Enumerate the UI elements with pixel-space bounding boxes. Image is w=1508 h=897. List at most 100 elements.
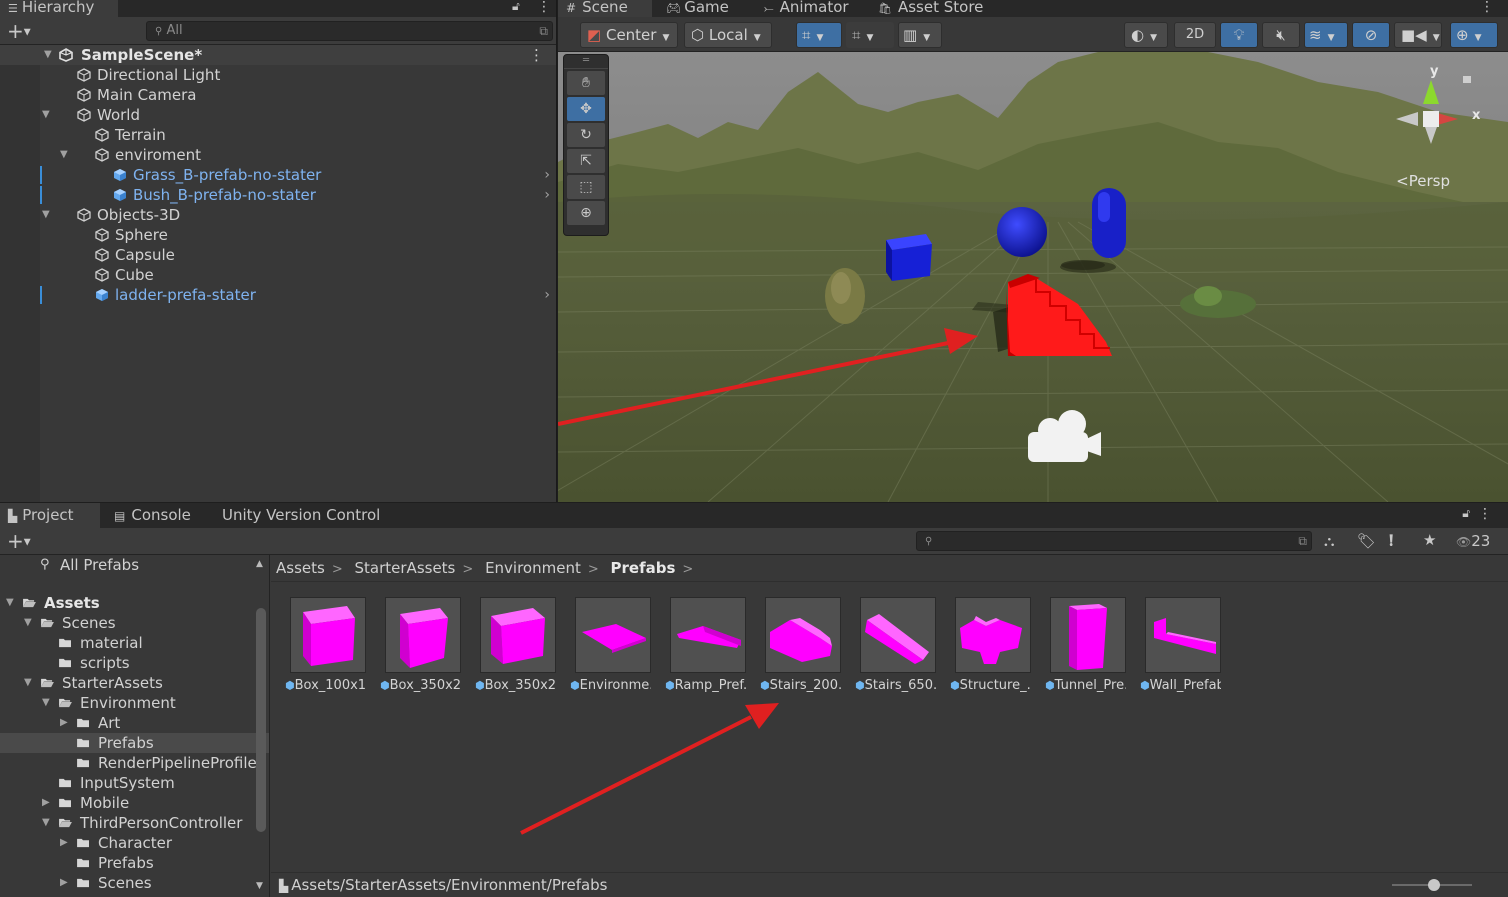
scale-tool-button[interactable]: ⇱ — [567, 149, 605, 173]
chevron-right-icon[interactable]: › — [544, 165, 550, 185]
prefab-asset-item[interactable]: ⬢Box_350x2... — [461, 597, 556, 693]
transform-tool-button[interactable]: ⊕ — [567, 201, 605, 225]
hierarchy-item[interactable]: Grass_B-prefab-no-stater › — [0, 165, 556, 185]
folder-item[interactable]: ▶ Scenes — [0, 873, 269, 893]
prefab-asset-item[interactable]: ⬢Structure_... — [936, 597, 1031, 693]
project-search-input[interactable]: ⚲ ⧉ — [916, 531, 1312, 551]
folder-item[interactable]: scripts — [0, 653, 269, 673]
grid-snap-button[interactable]: ⌗ ▼ — [796, 22, 842, 48]
audio-toggle-button[interactable]: 🔇︎ — [1262, 22, 1300, 48]
chevron-right-icon[interactable]: › — [544, 185, 550, 205]
hierarchy-item[interactable]: Main Camera — [0, 85, 556, 105]
scene-menu-icon[interactable]: ⋮ — [529, 45, 544, 65]
draw-mode-button[interactable]: ◐ ▼ — [1124, 22, 1168, 48]
collapse-arrow-icon[interactable]: ▼ — [42, 813, 50, 833]
folder-tree-scrollbar[interactable] — [256, 608, 266, 832]
space-dropdown[interactable]: ⬡ Local ▼ — [684, 22, 772, 48]
collapse-arrow-icon[interactable]: ▼ — [60, 145, 68, 165]
breadcrumb-prefabs[interactable]: Prefabs — [611, 559, 676, 577]
lock-icon[interactable]: 🔓︎ — [1462, 506, 1470, 521]
folder-item[interactable]: RenderPipelineProfiles — [0, 753, 269, 773]
palette-grip[interactable]: ═ — [564, 55, 608, 69]
collapse-arrow-icon[interactable]: ▼ — [24, 613, 32, 633]
prefab-asset-item[interactable]: ⬢Stairs_650... — [841, 597, 936, 693]
projection-label[interactable]: <Persp — [1396, 172, 1450, 190]
folder-item[interactable]: ▼ Assets — [0, 593, 269, 613]
tab-animator[interactable]: ⤚ Animator — [756, 0, 849, 17]
create-button[interactable]: +▼ — [7, 21, 31, 43]
lock-icon[interactable]: 🔓︎ — [512, 0, 520, 14]
scene-viewport[interactable]: y x <Persp ═ ✋︎ ✥ ↻ ⇱ ⬚ ⊕ — [558, 52, 1508, 502]
2d-toggle-button[interactable]: 2D — [1174, 22, 1216, 48]
zoom-slider-handle[interactable] — [1428, 879, 1440, 891]
tab-scene[interactable]: # Scene — [558, 0, 652, 17]
scene-root-row[interactable]: ▼ SampleScene* ⋮ — [0, 45, 556, 65]
tab-hierarchy[interactable]: ☰ Hierarchy — [0, 0, 118, 17]
expand-arrow-icon[interactable]: ▶ — [60, 833, 68, 853]
folder-item[interactable]: InputSystem — [0, 773, 269, 793]
folder-item[interactable]: material — [0, 633, 269, 653]
gizmos-button[interactable]: ⊕ ▼ — [1450, 22, 1498, 48]
folder-item[interactable]: ▼ Scenes — [0, 613, 269, 633]
hierarchy-item[interactable]: Capsule — [0, 245, 556, 265]
kebab-menu-icon[interactable]: ⋮ — [1478, 506, 1492, 522]
expand-arrow-icon[interactable]: ▶ — [60, 713, 68, 733]
tab-console[interactable]: ▤ Console — [106, 503, 191, 528]
folder-item[interactable]: Prefabs — [0, 853, 269, 873]
hierarchy-item[interactable]: Terrain — [0, 125, 556, 145]
hierarchy-item[interactable]: Cube — [0, 265, 556, 285]
search-by-type-icon[interactable]: ⛬ — [1324, 532, 1335, 550]
folder-item[interactable]: ▶ Art — [0, 713, 269, 733]
folder-item[interactable]: ▶ Mobile — [0, 793, 269, 813]
scene-kebab-icon[interactable]: ⋮ — [1480, 0, 1494, 15]
hierarchy-item[interactable]: Directional Light — [0, 65, 556, 85]
prefab-asset-item[interactable]: ⬢Stairs_200... — [746, 597, 841, 693]
hierarchy-item[interactable]: Bush_B-prefab-no-stater › — [0, 185, 556, 205]
rotate-tool-button[interactable]: ↻ — [567, 123, 605, 147]
kebab-menu-icon[interactable]: ⋮ — [537, 0, 551, 15]
prefab-asset-item[interactable]: ⬢Tunnel_Pre... — [1031, 597, 1126, 693]
scroll-up-icon[interactable]: ▲ — [256, 559, 263, 569]
tab-project[interactable]: ▙ Project — [0, 503, 100, 528]
hidden-packages-toggle[interactable]: 👁︎23 — [1456, 532, 1490, 550]
prefab-asset-item[interactable]: ⬢Environme... — [556, 597, 651, 693]
prefab-asset-item[interactable]: ⬢Wall_Prefab — [1126, 597, 1221, 693]
folder-item[interactable]: ▼ Environment — [0, 693, 269, 713]
search-by-label-icon[interactable]: 🏷︎ — [1357, 532, 1376, 550]
collapse-arrow-icon[interactable]: ▼ — [42, 105, 50, 125]
hand-tool-button[interactable]: ✋︎ — [567, 71, 605, 95]
move-tool-button[interactable]: ✥ — [567, 97, 605, 121]
collapse-arrow-icon[interactable]: ▼ — [6, 593, 14, 613]
folder-item[interactable]: ▼ ThirdPersonController — [0, 813, 269, 833]
folder-item[interactable]: ▶ Character — [0, 833, 269, 853]
folder-item[interactable]: ▼ StarterAssets — [0, 673, 269, 693]
effects-button[interactable]: ≋ ▼ — [1304, 22, 1348, 48]
expand-arrow-icon[interactable]: ▶ — [42, 793, 50, 813]
chevron-right-icon[interactable]: › — [544, 285, 550, 305]
zoom-slider[interactable] — [1392, 879, 1472, 891]
hierarchy-item[interactable]: ladder-prefa-stater › — [0, 285, 556, 305]
saved-search-all-prefabs[interactable]: ⚲ All Prefabs — [0, 555, 269, 575]
prefab-asset-item[interactable]: ⬢Box_350x2... — [366, 597, 461, 693]
hierarchy-item[interactable]: ▼ World — [0, 105, 556, 125]
folder-item[interactable]: Prefabs — [0, 733, 269, 753]
lighting-toggle-button[interactable]: 💡︎ — [1220, 22, 1258, 48]
tab-game[interactable]: 🎮︎ Game — [658, 0, 729, 17]
expand-search-icon[interactable]: ⧉ — [539, 22, 548, 40]
log-filter-icon[interactable]: ❗︎ — [1389, 531, 1393, 551]
hierarchy-item[interactable]: ▼ Objects-3D — [0, 205, 556, 225]
tab-version-control[interactable]: Unity Version Control — [214, 503, 380, 528]
collapse-arrow-icon[interactable]: ▼ — [44, 45, 52, 65]
scroll-down-icon[interactable]: ▼ — [256, 881, 263, 891]
expand-arrow-icon[interactable]: ▶ — [60, 873, 68, 893]
expand-search-icon[interactable]: ⧉ — [1298, 532, 1307, 550]
pivot-dropdown[interactable]: ◩ Center ▼ — [580, 22, 678, 48]
breadcrumb-starterassets[interactable]: StarterAssets — [355, 559, 456, 577]
hierarchy-item[interactable]: Sphere — [0, 225, 556, 245]
grid-visibility-button[interactable]: ▥ ▼ — [898, 22, 942, 48]
prefab-asset-item[interactable]: ⬢Ramp_Pref... — [651, 597, 746, 693]
collapse-arrow-icon[interactable]: ▼ — [42, 205, 50, 225]
hierarchy-item[interactable]: ▼ enviroment — [0, 145, 556, 165]
rect-tool-button[interactable]: ⬚ — [567, 175, 605, 199]
scene-visibility-button[interactable]: ⊘ — [1352, 22, 1390, 48]
